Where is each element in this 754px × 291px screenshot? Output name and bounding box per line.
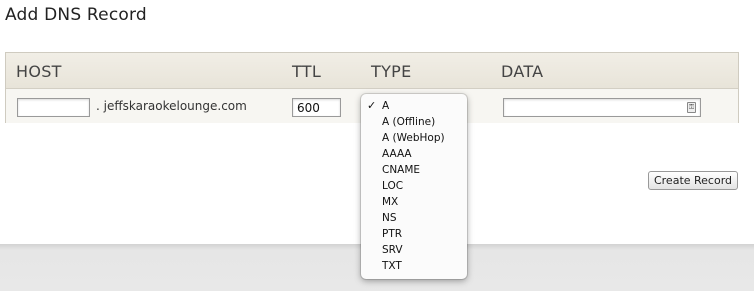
header-type: TYPE bbox=[371, 62, 412, 81]
type-option-srv[interactable]: SRV bbox=[361, 242, 467, 258]
type-option-ptr[interactable]: PTR bbox=[361, 226, 467, 242]
option-label: TXT bbox=[382, 260, 402, 272]
option-label: PTR bbox=[382, 228, 403, 240]
key-icon: ⚿ bbox=[687, 102, 696, 113]
option-label: A bbox=[382, 100, 390, 112]
type-option-loc[interactable]: LOC bbox=[361, 178, 467, 194]
type-option-ns[interactable]: NS bbox=[361, 210, 467, 226]
ttl-input[interactable] bbox=[292, 98, 341, 117]
option-label: NS bbox=[382, 212, 397, 224]
header-host: HOST bbox=[16, 62, 62, 81]
type-option-a-offline[interactable]: A (Offline) bbox=[361, 114, 467, 130]
option-label: AAAA bbox=[382, 148, 412, 160]
option-label: SRV bbox=[382, 244, 403, 256]
option-label: A (WebHop) bbox=[382, 132, 445, 144]
type-option-a-webhop[interactable]: A (WebHop) bbox=[361, 130, 467, 146]
type-option-a[interactable]: ✓ A bbox=[361, 98, 467, 114]
checkmark-icon: ✓ bbox=[367, 99, 377, 112]
option-label: A (Offline) bbox=[382, 116, 436, 128]
type-option-aaaa[interactable]: AAAA bbox=[361, 146, 467, 162]
data-input[interactable]: ⚿ bbox=[503, 98, 701, 117]
type-option-mx[interactable]: MX bbox=[361, 194, 467, 210]
option-label: LOC bbox=[382, 180, 404, 192]
domain-suffix: . jeffskaraokelounge.com bbox=[96, 99, 247, 113]
type-option-cname[interactable]: CNAME bbox=[361, 162, 467, 178]
option-label: CNAME bbox=[382, 164, 421, 176]
create-record-button[interactable]: Create Record bbox=[648, 171, 738, 190]
page-title: Add DNS Record bbox=[5, 5, 147, 25]
option-label: MX bbox=[382, 196, 399, 208]
header-data: DATA bbox=[501, 62, 544, 81]
host-input[interactable] bbox=[17, 98, 90, 117]
type-option-txt[interactable]: TXT bbox=[361, 258, 467, 274]
table-header: HOST TTL TYPE DATA bbox=[6, 53, 738, 89]
type-dropdown-menu[interactable]: ✓ A A (Offline) A (WebHop) AAAA CNAME LO… bbox=[361, 94, 467, 279]
header-ttl: TTL bbox=[292, 62, 322, 81]
